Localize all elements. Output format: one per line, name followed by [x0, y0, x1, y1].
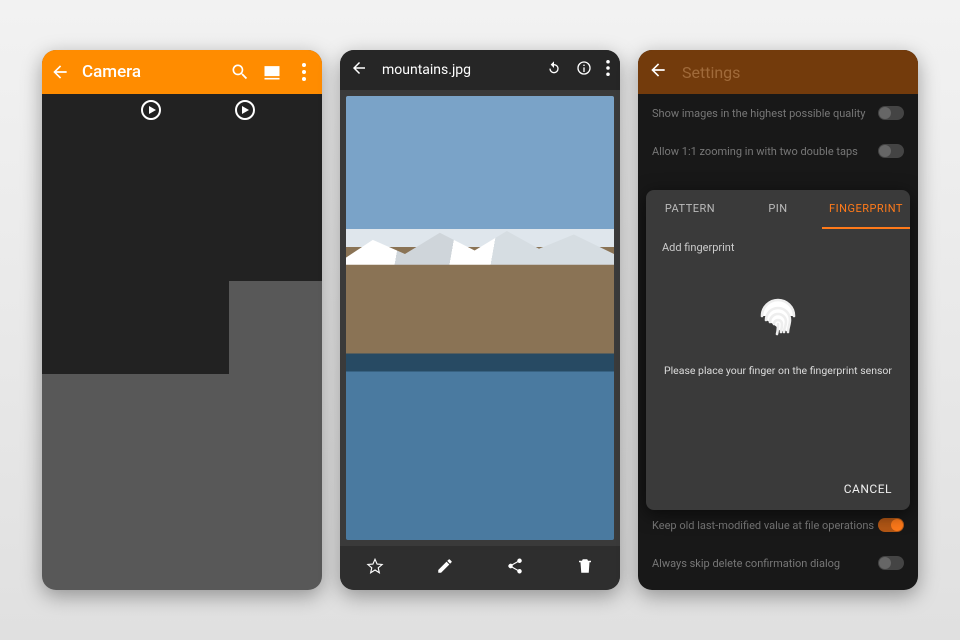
more-icon[interactable]	[606, 60, 610, 80]
image-view[interactable]	[346, 96, 614, 540]
gallery-screen: Camera	[42, 50, 322, 590]
viewer-topbar: mountains.jpg	[340, 50, 620, 90]
thumbnail[interactable]	[42, 187, 135, 280]
viewer-screen: mountains.jpg	[340, 50, 620, 590]
thumbnail[interactable]	[135, 281, 228, 374]
settings-screen: Settings Show images in the highest poss…	[638, 50, 918, 590]
thumbnail-video[interactable]	[229, 94, 322, 187]
more-icon[interactable]	[294, 62, 314, 82]
tab-pattern[interactable]: PATTERN	[646, 190, 734, 229]
toggle[interactable]	[878, 556, 904, 570]
lock-method-sheet: PATTERN PIN FINGERPRINT Add fingerprint …	[646, 190, 910, 510]
back-icon[interactable]	[350, 59, 368, 81]
setting-label: Show images in the highest possible qual…	[652, 107, 865, 120]
thumbnail[interactable]	[135, 187, 228, 280]
setting-row[interactable]: Keep old last-modified value at file ope…	[638, 506, 918, 544]
edit-icon[interactable]	[436, 557, 454, 579]
thumbnail[interactable]	[229, 187, 322, 280]
setting-row[interactable]: Always skip delete confirmation dialog	[638, 544, 918, 582]
toggle[interactable]	[878, 106, 904, 120]
sheet-body: Add fingerprint Please place your finger…	[646, 229, 910, 468]
slideshow-icon[interactable]	[262, 62, 282, 82]
thumbnail-video[interactable]	[135, 94, 228, 187]
tab-pin[interactable]: PIN	[734, 190, 822, 229]
thumbnail[interactable]	[42, 94, 135, 187]
lock-tabs: PATTERN PIN FINGERPRINT	[646, 190, 910, 229]
share-icon[interactable]	[506, 557, 524, 579]
thumbnail-empty	[229, 281, 322, 374]
setting-label: Always skip delete confirmation dialog	[652, 557, 840, 570]
filename-label: mountains.jpg	[382, 62, 532, 78]
setting-label: Keep old last-modified value at file ope…	[652, 519, 874, 532]
toggle[interactable]	[878, 518, 904, 532]
tab-fingerprint[interactable]: FINGERPRINT	[822, 190, 910, 229]
thumbnail-grid	[42, 94, 322, 374]
gallery-title: Camera	[82, 62, 218, 82]
back-icon[interactable]	[648, 60, 668, 84]
setting-row[interactable]: Allow 1:1 zooming in with two double tap…	[638, 132, 918, 170]
toggle[interactable]	[878, 144, 904, 158]
delete-icon[interactable]	[576, 557, 594, 579]
back-icon[interactable]	[50, 62, 70, 82]
cancel-button[interactable]: CANCEL	[826, 468, 910, 510]
settings-appbar: Settings	[638, 50, 918, 94]
fingerprint-icon	[754, 292, 802, 340]
setting-row[interactable]: Show images in the highest possible qual…	[638, 94, 918, 132]
gallery-appbar: Camera	[42, 50, 322, 94]
search-icon[interactable]	[230, 62, 250, 82]
thumbnail[interactable]	[42, 281, 135, 374]
add-fingerprint-label: Add fingerprint	[662, 241, 734, 254]
play-icon	[141, 100, 161, 120]
viewer-bottombar	[340, 546, 620, 590]
favorite-icon[interactable]	[366, 557, 384, 579]
setting-label: Allow 1:1 zooming in with two double tap…	[652, 145, 858, 158]
rotate-icon[interactable]	[546, 60, 562, 80]
settings-title: Settings	[682, 63, 740, 82]
fingerprint-hint: Please place your finger on the fingerpr…	[664, 364, 892, 377]
play-icon	[235, 100, 255, 120]
info-icon[interactable]	[576, 60, 592, 80]
